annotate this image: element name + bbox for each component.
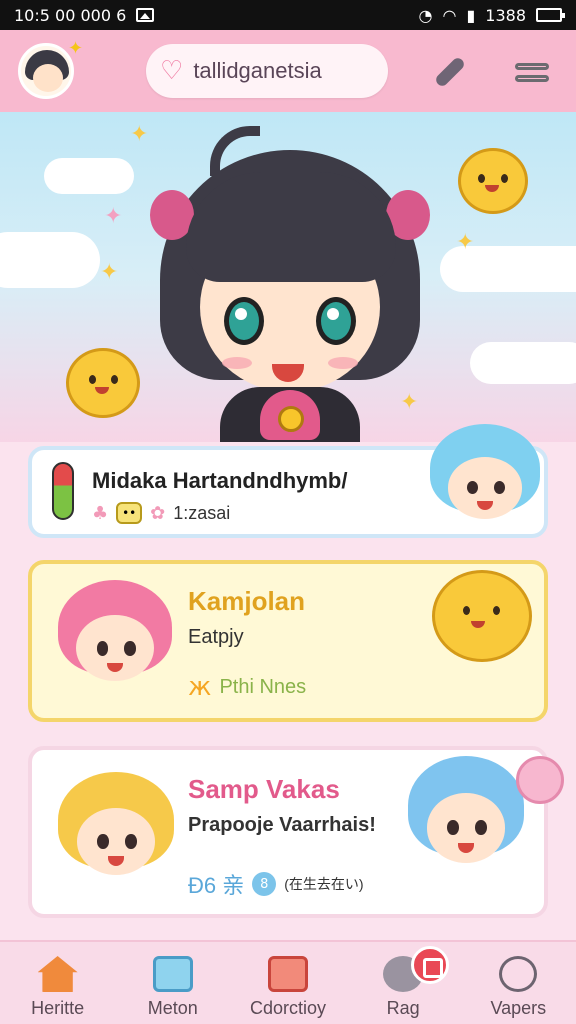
nav-label: Cdorctioy [249, 998, 326, 1018]
butterfly-icon: ж [188, 672, 212, 702]
nav-map[interactable]: Meton [123, 956, 223, 1019]
yellow-blob-icon [458, 148, 528, 214]
character-card-3[interactable]: Samp Vakas Prapooje Vaarrhais! Ð6 亲 8 (在… [28, 746, 564, 918]
calendar-icon [267, 956, 308, 992]
search-input[interactable]: tallidganetsia [193, 58, 321, 84]
alarm-icon: ◔ [418, 5, 433, 25]
capsule-icon [52, 462, 74, 520]
yellow-bird-icon [66, 348, 140, 418]
card-title: Kamjolan [188, 586, 306, 616]
card-tag: Pthi Nnes [219, 675, 307, 698]
search-bar[interactable]: ♡ tallidganetsia [146, 44, 388, 98]
blonde-character [58, 772, 174, 892]
nav-bag[interactable]: Rag [353, 946, 453, 1019]
app-header: ✦ ♡ tallidganetsia [0, 30, 576, 112]
map-icon [152, 956, 193, 992]
card-subtitle: Eatpjy [188, 626, 244, 648]
notification-badge [411, 946, 450, 984]
signal-icon: ▮ [466, 5, 476, 25]
nav-label: Rag [386, 998, 420, 1018]
nav-label: Heritte [31, 998, 85, 1018]
battery-text: 1388 [485, 5, 526, 25]
pink-bunny-icon [516, 756, 564, 804]
character-card-2[interactable]: Kamjolan Eatpjy ж Pthi Nnes [28, 560, 548, 722]
nav-profile[interactable]: Vapers [468, 956, 568, 1019]
nav-calendar[interactable]: Cdorctioy [238, 956, 338, 1019]
card-subtitle: Prapooje Vaarrhais! [188, 814, 376, 836]
battery-icon [536, 8, 565, 22]
status-time: 10:5 00 000 6 [14, 5, 127, 25]
hero-illustration: ✦ ✦ ✦ ✦ ✦ [0, 112, 576, 442]
wifi-icon: ◠ [442, 5, 457, 25]
character-card-1[interactable]: Midaka Hartandndhymb/ ♣ •• ✿ 1:zasai [28, 424, 548, 538]
card-subtitle: 1:zasai [173, 502, 231, 523]
nav-label: Vapers [490, 998, 547, 1018]
nav-home[interactable]: Heritte [8, 956, 108, 1019]
image-notification-icon [136, 8, 155, 22]
sparkle-icon: ✦ [68, 38, 84, 59]
profile-icon [499, 956, 538, 992]
blue-hair-character [430, 424, 540, 534]
card-title: Samp Vakas [188, 774, 340, 804]
blue-fox-character [408, 756, 524, 880]
card-tag: Ð6 亲 [188, 873, 245, 898]
nav-label: Meton [147, 998, 198, 1018]
number-circle-icon: 8 [252, 872, 277, 896]
main-character [150, 126, 430, 442]
bottom-navigation: Heritte Meton Cdorctioy Rag Vapers [0, 940, 576, 1024]
menu-icon[interactable] [512, 52, 552, 92]
heart-icon: ♡ [160, 56, 184, 86]
face-badge-icon: •• [116, 502, 143, 524]
card-note: (在生去在い) [284, 876, 364, 892]
pink-hair-character [58, 580, 172, 698]
home-icon [37, 956, 78, 992]
pen-icon[interactable] [430, 52, 470, 92]
yellow-cat-icon [432, 570, 532, 662]
card-title: Midaka Hartandndhymb/ [92, 468, 348, 493]
flower-icon: ✿ [150, 502, 166, 524]
ghost-icon: ♣ [92, 502, 109, 524]
status-bar: 10:5 00 000 6 ◔ ◠ ▮ 1388 [0, 0, 576, 30]
avatar[interactable] [18, 43, 74, 99]
